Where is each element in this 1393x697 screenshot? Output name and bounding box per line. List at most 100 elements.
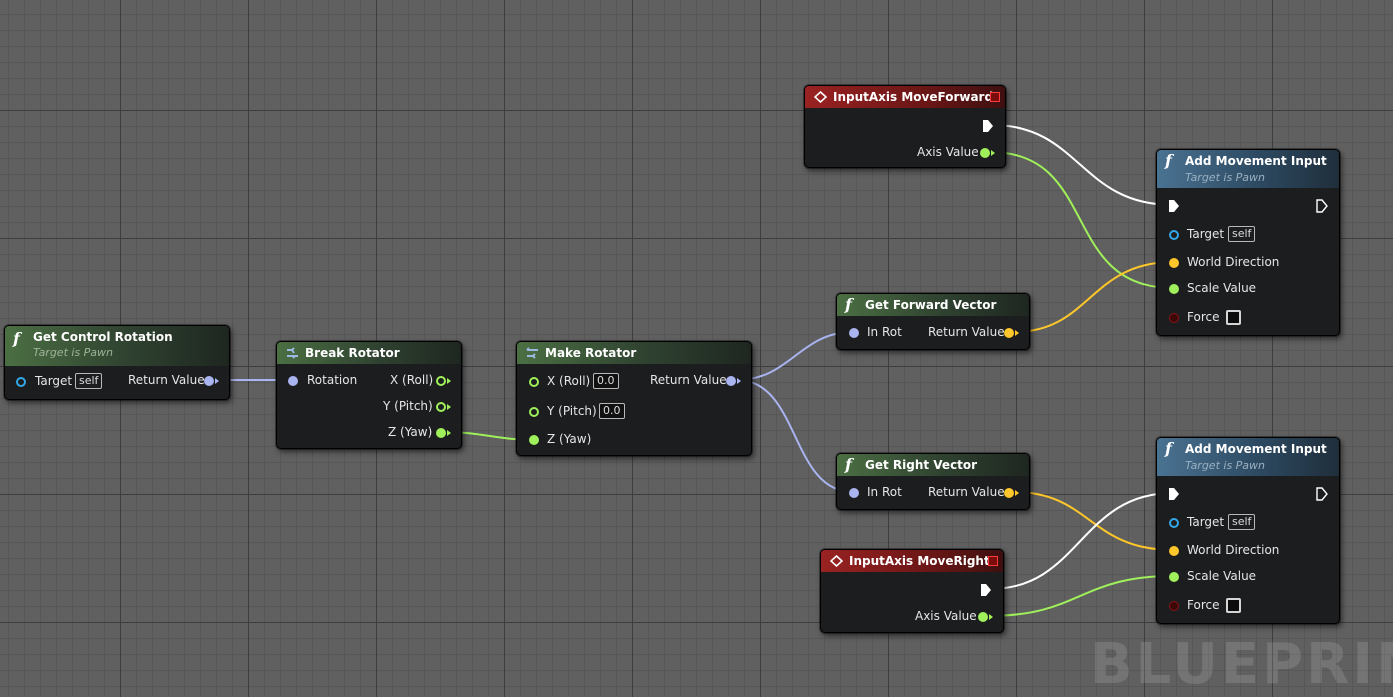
y-pitch-pin[interactable] (436, 402, 446, 412)
z-yaw-label: Z (Yaw) (388, 425, 433, 439)
return-value-pin[interactable] (204, 376, 214, 386)
target-pin[interactable] (16, 377, 26, 387)
axis-value-pin[interactable] (978, 612, 988, 622)
node-inputaxis-moveforward[interactable]: InputAxis MoveForward Axis Value (804, 85, 1006, 168)
return-value-pin[interactable] (726, 376, 736, 386)
axis-value-pin[interactable] (980, 148, 990, 158)
return-value-label: Return Value (128, 373, 205, 387)
axis-value-label: Axis Value (917, 145, 979, 159)
target-pin[interactable] (1169, 230, 1179, 240)
scale-value-label: Scale Value (1187, 281, 1257, 295)
return-value-pin[interactable] (1004, 328, 1014, 338)
node-add-movement-input-forward[interactable]: f Add Movement Input Target is Pawn Targ… (1156, 149, 1340, 336)
node-get-right-vector[interactable]: f Get Right Vector In Rot Return Value (836, 453, 1030, 510)
y-pitch-label: Y (Pitch) (547, 404, 597, 418)
pin-arrow-icon (991, 150, 995, 156)
function-icon: f (13, 329, 20, 348)
wire-axis-forward[interactable] (989, 151, 1174, 289)
target-label: Target (35, 374, 73, 388)
return-value-pin[interactable] (1004, 488, 1014, 498)
force-label: Force (1187, 598, 1220, 612)
target-default-box[interactable]: self (1228, 226, 1256, 242)
node-title: InputAxis MoveForward (833, 90, 994, 104)
in-rot-pin[interactable] (849, 328, 859, 338)
x-roll-value-field[interactable]: 0.0 (593, 373, 619, 389)
node-get-control-rotation[interactable]: f Get Control Rotation Target is Pawn Ta… (4, 325, 230, 400)
target-default-box[interactable]: self (1228, 514, 1256, 530)
wire-forward-vector[interactable] (1013, 261, 1174, 333)
function-icon: f (845, 295, 852, 314)
return-value-label: Return Value (928, 485, 1005, 499)
exec-out-pin[interactable] (979, 583, 993, 597)
function-icon: f (1165, 151, 1172, 170)
y-pitch-pin[interactable] (529, 407, 539, 417)
node-title: InputAxis MoveRight (849, 554, 990, 568)
force-pin[interactable] (1169, 601, 1179, 611)
node-title: Get Right Vector (865, 458, 978, 472)
in-rot-label: In Rot (867, 325, 902, 339)
target-default-box[interactable]: self (75, 373, 103, 389)
return-value-label: Return Value (650, 373, 727, 387)
force-checkbox[interactable] (1226, 598, 1241, 613)
rotation-pin[interactable] (288, 376, 298, 386)
stop-icon[interactable] (988, 556, 998, 566)
node-inputaxis-moveright[interactable]: InputAxis MoveRight Axis Value (820, 549, 1004, 633)
exec-in-pin[interactable] (1167, 199, 1181, 213)
z-yaw-pin[interactable] (436, 428, 446, 438)
in-rot-pin[interactable] (849, 488, 859, 498)
node-subtitle: Target is Pawn (1185, 171, 1266, 184)
exec-out-pin[interactable] (1315, 199, 1329, 213)
wire-exec-forward[interactable] (991, 124, 1174, 206)
z-yaw-label: Z (Yaw) (547, 432, 592, 446)
x-roll-pin[interactable] (529, 377, 539, 387)
x-roll-label: X (Roll) (547, 374, 591, 388)
node-title: Add Movement Input (1185, 442, 1327, 456)
in-rot-label: In Rot (867, 485, 902, 499)
target-pin[interactable] (1169, 518, 1179, 528)
node-title: Break Rotator (305, 346, 400, 360)
node-add-movement-input-right[interactable]: f Add Movement Input Target is Pawn Targ… (1156, 437, 1340, 624)
return-value-label: Return Value (928, 325, 1005, 339)
force-pin[interactable] (1169, 313, 1179, 323)
rotation-label: Rotation (307, 373, 358, 387)
z-yaw-pin[interactable] (529, 435, 539, 445)
world-direction-pin[interactable] (1169, 258, 1179, 268)
node-get-forward-vector[interactable]: f Get Forward Vector In Rot Return Value (836, 293, 1030, 350)
exec-out-pin[interactable] (1315, 487, 1329, 501)
make-struct-icon (526, 347, 538, 359)
scale-value-pin[interactable] (1169, 572, 1179, 582)
exec-in-pin[interactable] (1167, 487, 1181, 501)
x-roll-pin[interactable] (436, 376, 446, 386)
pin-arrow-icon (215, 378, 219, 384)
force-checkbox[interactable] (1226, 310, 1241, 325)
node-title: Get Forward Vector (865, 298, 997, 312)
wire-axis-right[interactable] (987, 575, 1174, 617)
pin-arrow-icon (989, 614, 993, 620)
event-diamond-icon (814, 91, 827, 103)
world-direction-label: World Direction (1187, 255, 1280, 269)
event-diamond-icon (830, 555, 843, 567)
node-make-rotator[interactable]: Make Rotator X (Roll) 0.0 Return Value Y… (516, 341, 752, 456)
pin-arrow-icon (1015, 330, 1019, 336)
force-label: Force (1187, 310, 1220, 324)
world-direction-label: World Direction (1187, 543, 1280, 557)
world-direction-pin[interactable] (1169, 546, 1179, 556)
x-roll-label: X (Roll) (390, 373, 434, 387)
node-subtitle: Target is Pawn (1185, 459, 1266, 472)
pin-arrow-icon (1015, 490, 1019, 496)
axis-value-label: Axis Value (915, 609, 977, 623)
node-title: Get Control Rotation (33, 330, 173, 344)
scale-value-pin[interactable] (1169, 284, 1179, 294)
wire-right-vector[interactable] (1013, 491, 1174, 551)
pin-arrow-icon (737, 378, 741, 384)
node-title: Make Rotator (545, 346, 637, 360)
break-struct-icon (287, 347, 298, 359)
blueprint-watermark: BLUEPRINT (1090, 632, 1393, 697)
pin-arrow-icon (447, 404, 451, 410)
node-break-rotator[interactable]: Break Rotator Rotation X (Roll) Y (Pitch… (276, 341, 462, 449)
y-pitch-value-field[interactable]: 0.0 (599, 403, 625, 419)
target-label: Target (1187, 515, 1225, 529)
y-pitch-label: Y (Pitch) (383, 399, 433, 413)
exec-out-pin[interactable] (981, 119, 995, 133)
stop-icon[interactable] (990, 92, 1000, 102)
